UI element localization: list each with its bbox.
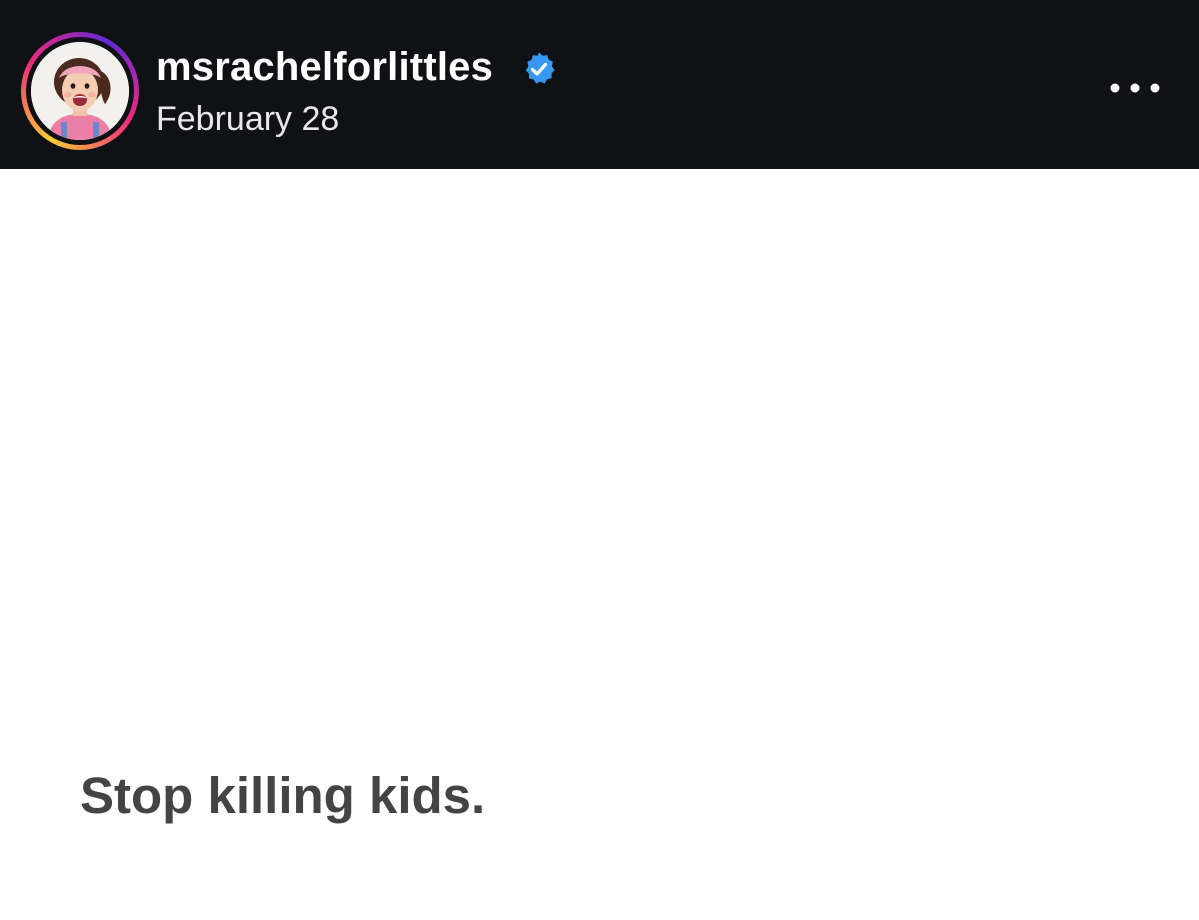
instagram-post: msrachelforlittles February 28 Stop kill…	[0, 0, 1199, 920]
more-options-icon[interactable]	[1100, 70, 1170, 106]
profile-photo-icon	[31, 42, 129, 140]
post-header: msrachelforlittles February 28	[0, 0, 1199, 169]
verified-badge-icon	[525, 52, 555, 84]
post-image: Stop killing kids.	[0, 169, 1199, 920]
avatar[interactable]	[31, 42, 129, 140]
username[interactable]: msrachelforlittles	[156, 42, 493, 92]
post-caption-text: Stop killing kids.	[80, 767, 486, 824]
post-date: February 28	[156, 100, 340, 138]
story-ring[interactable]	[21, 32, 139, 150]
